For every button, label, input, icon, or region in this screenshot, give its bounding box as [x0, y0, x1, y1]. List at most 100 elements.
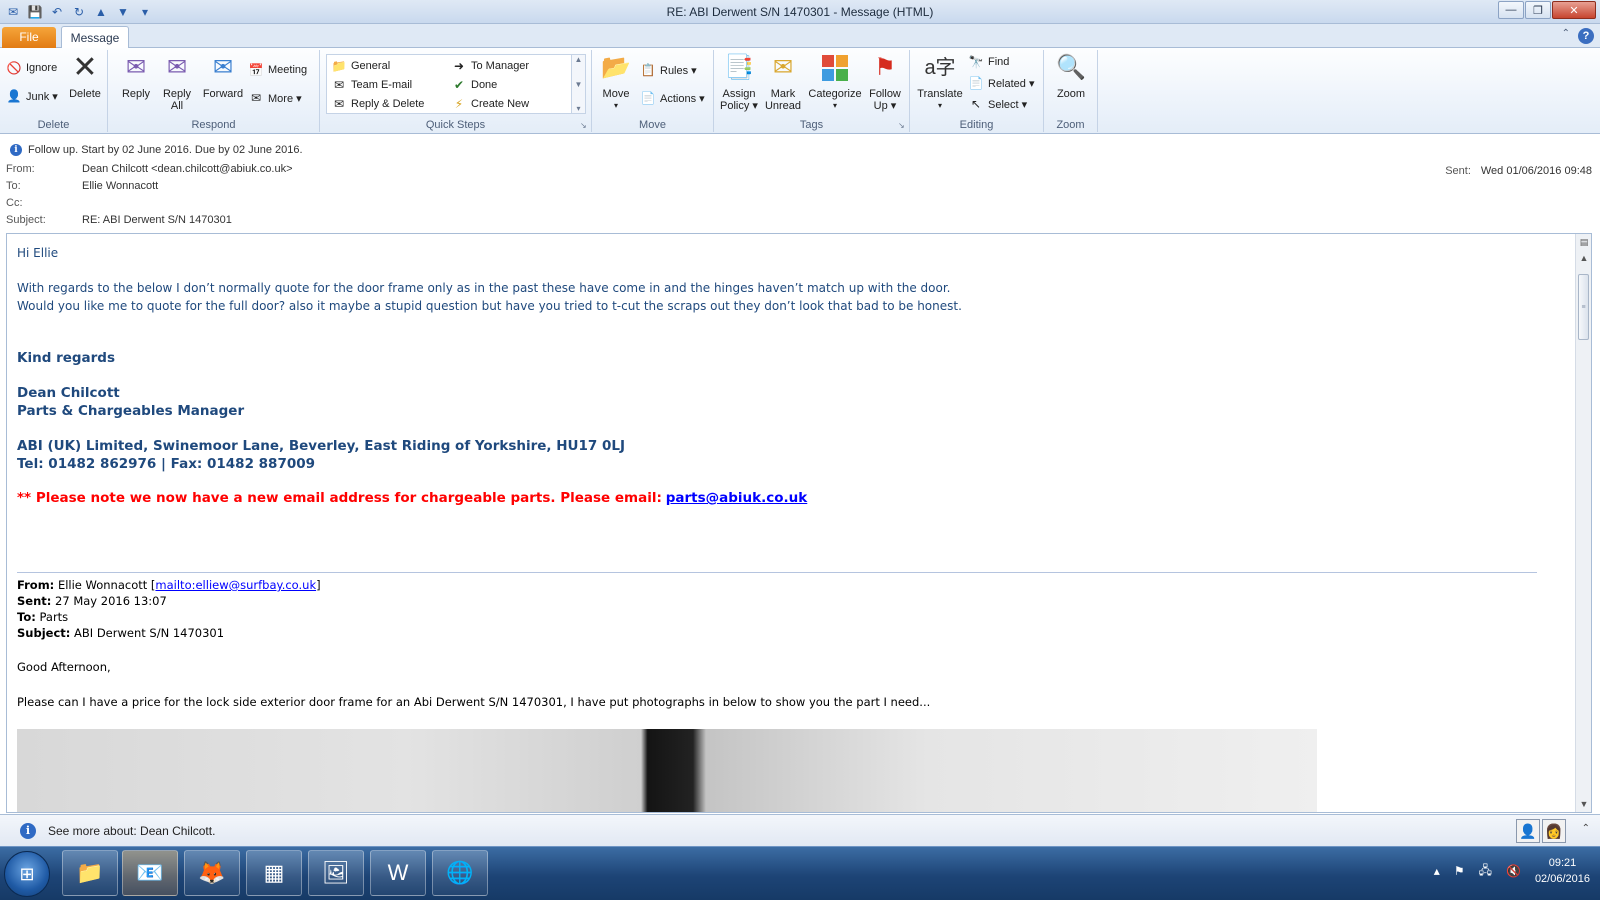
find-button[interactable]: 🔭 Find: [968, 54, 1010, 70]
respond-group: ✉ Reply ✉ Reply All ✉ Forward 📅 Meeting …: [108, 50, 320, 132]
actions-button[interactable]: 📄 Actions ▾: [640, 90, 705, 106]
assign-policy-button[interactable]: 📑 Assign Policy ▾: [718, 52, 760, 113]
related-button[interactable]: 📄 Related ▾: [968, 75, 1035, 91]
help-icon[interactable]: ?: [1578, 28, 1594, 44]
expand-gallery-icon[interactable]: ▾: [576, 104, 580, 113]
orig-mailto-link[interactable]: mailto:elliew@surfbay.co.uk: [155, 578, 316, 592]
from-row: From: Dean Chilcott <dean.chilcott@abiuk.…: [6, 163, 293, 175]
network-icon[interactable]: 🖧: [1479, 861, 1492, 882]
restore-button[interactable]: ❐: [1525, 1, 1551, 19]
scroll-down-arrow-icon[interactable]: ▼: [1576, 796, 1591, 812]
word-taskbar-icon[interactable]: W: [370, 850, 426, 896]
reply-content: Hi Ellie With regards to the below I don…: [17, 244, 1567, 506]
tab-file[interactable]: File: [2, 27, 56, 48]
actions-icon: 📄: [640, 91, 656, 105]
scroll-down-icon[interactable]: ▼: [575, 80, 583, 89]
to-row: To: Ellie Wonnacott: [6, 180, 159, 192]
mark-unread-button[interactable]: ✉ Mark Unread: [762, 52, 804, 113]
contact-placeholder-icon[interactable]: 👤: [1516, 819, 1540, 843]
message-scrollbar[interactable]: ▤ ▲ ≡ ▼: [1575, 234, 1591, 812]
more-respond-button[interactable]: ✉ More ▾: [248, 90, 302, 106]
binoculars-icon: 🔭: [968, 55, 984, 69]
body-line-2: Would you like me to quote for the full …: [17, 299, 962, 313]
action-center-flag-icon[interactable]: ⚑: [1454, 864, 1465, 878]
reading-pane-toggle-icon[interactable]: ▤: [1576, 234, 1591, 250]
collapse-ribbon-icon[interactable]: ⌃: [1562, 28, 1570, 44]
orig-greeting: Good Afternoon,: [17, 660, 111, 674]
network-app-taskbar-icon[interactable]: 🌐: [432, 850, 488, 896]
orig-subject-row: Subject: ABI Derwent S/N 1470301: [17, 626, 225, 640]
scroll-up-arrow-icon[interactable]: ▲: [1576, 250, 1591, 266]
quickstep-team-email[interactable]: ✉ Team E-mail: [331, 77, 412, 93]
translate-button[interactable]: a字 Translate ▾: [914, 52, 966, 112]
taskbar: ⊞ 📁 📧 🦊 ▦ 🖼 W 🌐 ▴ ⚑ 🖧 🔇 09:21 02/06/2016: [0, 846, 1600, 900]
minimize-button[interactable]: —: [1498, 1, 1524, 19]
close-button[interactable]: ✕: [1552, 1, 1596, 19]
quickstep-done[interactable]: ✔ Done: [451, 77, 497, 93]
forward-button[interactable]: ✉ Forward: [200, 52, 246, 101]
move-button[interactable]: 📂 Move ▾: [596, 52, 636, 112]
ignore-icon: 🚫: [6, 61, 22, 75]
signature-phone: Tel: 01482 862976 | Fax: 01482 887009: [17, 456, 316, 472]
checkmark-icon: ✔: [453, 78, 465, 92]
cc-row: Cc:: [6, 197, 23, 209]
follow-up-button[interactable]: ⚑ Follow Up ▾: [864, 52, 906, 113]
clock-time: 09:21: [1548, 857, 1577, 869]
calculator-taskbar-icon[interactable]: ▦: [246, 850, 302, 896]
orig-from-row: From: Ellie Wonnacott [mailto:elliew@sur…: [17, 578, 321, 592]
scroll-up-icon[interactable]: ▲: [575, 55, 583, 64]
explorer-taskbar-icon[interactable]: 📁: [62, 850, 118, 896]
quote-divider: [17, 572, 1537, 573]
delete-group-label: Delete: [37, 119, 70, 131]
sent-row: Sent: Wed 01/06/2016 09:48: [1445, 165, 1592, 177]
to-value[interactable]: Ellie Wonnacott: [82, 180, 158, 192]
parts-email-link[interactable]: parts@abiuk.co.uk: [666, 490, 808, 506]
orig-sent-row: Sent: 27 May 2016 13:07: [17, 594, 167, 608]
quickstep-general[interactable]: 📁 General: [331, 58, 391, 74]
reply-button[interactable]: ✉ Reply: [116, 52, 156, 101]
quick-steps-scroll[interactable]: ▲ ▼ ▾: [571, 55, 585, 113]
show-hidden-icons-icon[interactable]: ▴: [1434, 864, 1440, 878]
quickstep-to-manager[interactable]: ➜ To Manager: [451, 58, 529, 74]
tags-group: 📑 Assign Policy ▾ ✉ Mark Unread Categori…: [714, 50, 910, 132]
zoom-group: 🔍 Zoom Zoom: [1044, 50, 1098, 132]
firefox-taskbar-icon[interactable]: 🦊: [184, 850, 240, 896]
cursor-icon: ↖: [970, 97, 982, 111]
image-viewer-taskbar-icon[interactable]: 🖼: [308, 850, 364, 896]
window-controls: — ❐ ✕: [1498, 1, 1596, 19]
subject-row: Subject: RE: ABI Derwent S/N 1470301: [6, 214, 232, 226]
lightning-icon: ⚡: [454, 97, 464, 111]
body-line-1: With regards to the below I don’t normal…: [17, 281, 951, 295]
rules-button[interactable]: 📋 Rules ▾: [640, 62, 697, 78]
envelope-icon: ✉: [772, 54, 794, 81]
outlook-taskbar-icon[interactable]: 📧: [122, 850, 178, 896]
quickstep-reply-delete[interactable]: ✉ Reply & Delete: [331, 96, 424, 112]
select-button[interactable]: ↖ Select ▾: [968, 96, 1027, 112]
message-body[interactable]: Hi Ellie With regards to the below I don…: [6, 233, 1592, 813]
expand-people-pane-icon[interactable]: ⌃: [1582, 823, 1590, 834]
move-group: 📂 Move ▾ 📋 Rules ▾ 📄 Actions ▾ Move: [592, 50, 714, 132]
from-value[interactable]: Dean Chilcott <dean.chilcott@abiuk.co.uk…: [82, 163, 293, 175]
signature-name: Dean Chilcott: [17, 385, 120, 401]
scroll-thumb[interactable]: ≡: [1578, 274, 1589, 340]
zoom-button[interactable]: 🔍 Zoom: [1050, 52, 1092, 101]
delete-button[interactable]: ✕ Delete: [66, 52, 104, 101]
meeting-button[interactable]: 📅 Meeting: [248, 62, 308, 78]
tab-message[interactable]: Message: [61, 26, 129, 49]
people-pane: i See more about: Dean Chilcott. 👤 👩 ⌃: [0, 814, 1600, 846]
clock[interactable]: 09:21 02/06/2016: [1535, 855, 1590, 887]
reply-all-button[interactable]: ✉ Reply All: [156, 52, 198, 113]
categorize-button[interactable]: Categorize ▾: [806, 52, 864, 112]
people-pane-info[interactable]: i See more about: Dean Chilcott.: [20, 823, 215, 839]
contact-photo-icon[interactable]: 👩: [1542, 819, 1566, 843]
volume-muted-icon[interactable]: 🔇: [1506, 864, 1521, 878]
rules-icon: 📋: [640, 63, 656, 77]
info-circle-icon: i: [20, 823, 36, 839]
ignore-button[interactable]: 🚫 Ignore: [6, 60, 58, 76]
delete-group: 🚫 Ignore 👤 Junk ▾ ✕ Delete Delete: [0, 50, 108, 132]
quickstep-create-new[interactable]: ⚡ Create New: [451, 96, 529, 112]
subject-value: RE: ABI Derwent S/N 1470301: [82, 214, 232, 226]
start-button[interactable]: ⊞: [4, 851, 50, 897]
junk-button[interactable]: 👤 Junk ▾: [6, 88, 58, 104]
quick-steps-group: 📁 General ✉ Team E-mail ✉ Reply & Delete…: [320, 50, 592, 132]
